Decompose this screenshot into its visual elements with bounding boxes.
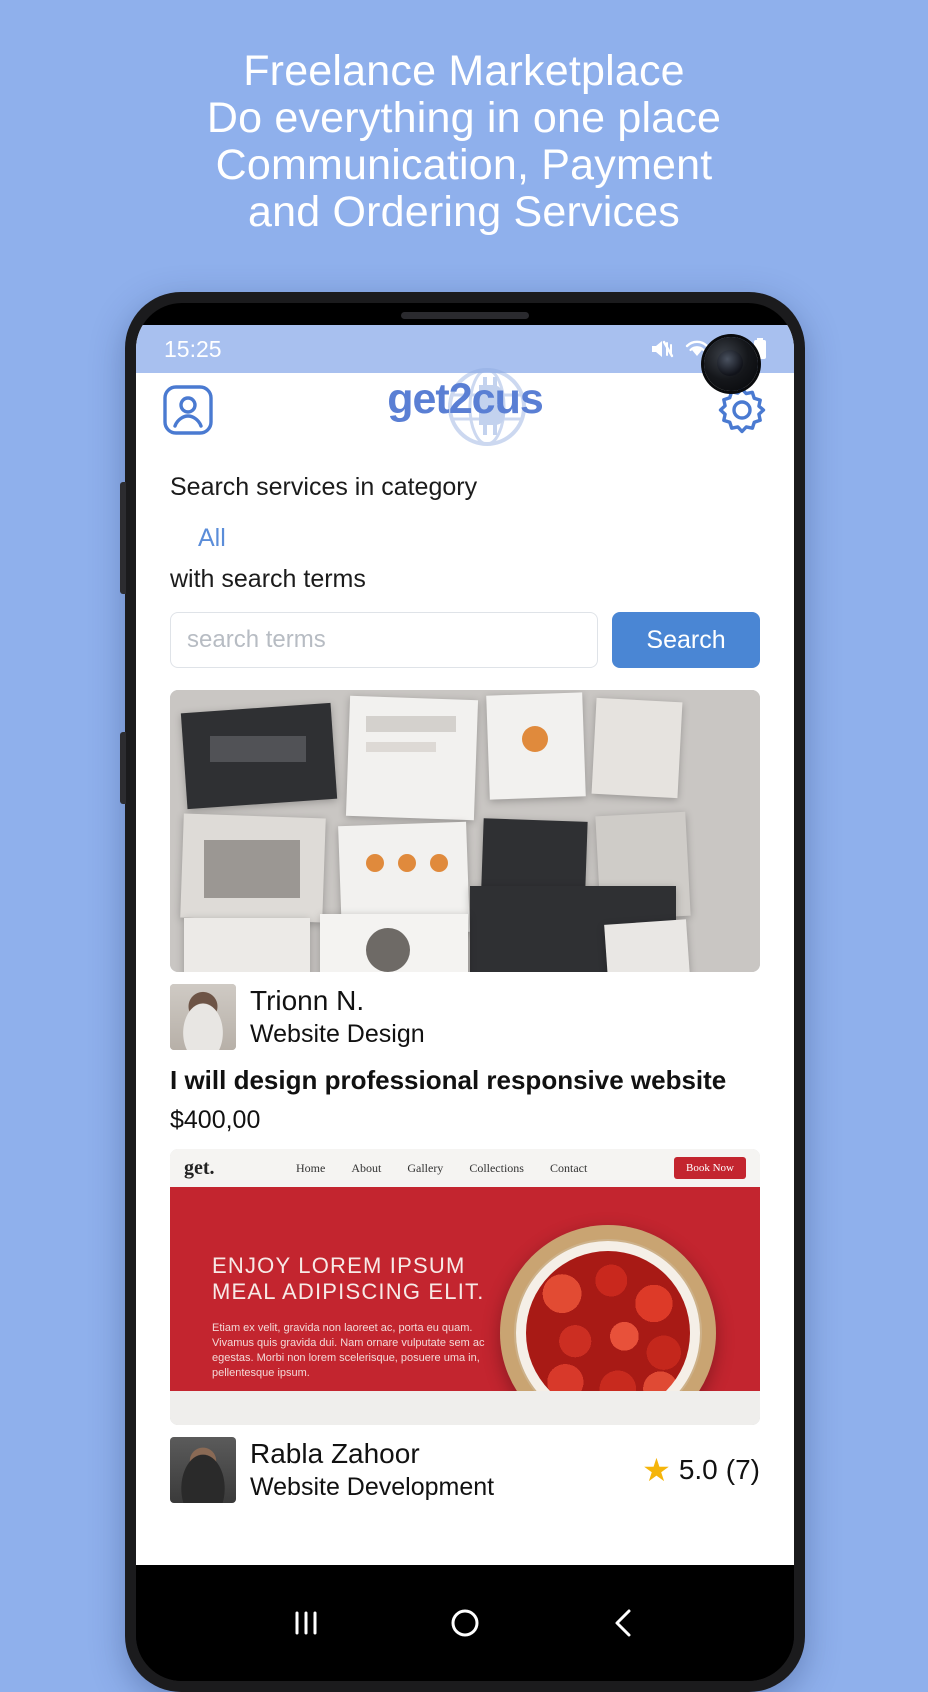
search-input[interactable] (170, 612, 598, 668)
earpiece-speaker (401, 312, 529, 319)
app-header: get2cus (136, 368, 794, 451)
status-time: 15:25 (164, 335, 222, 362)
rating-value: 5.0 (678, 1454, 718, 1485)
bitcoin-globe-icon (439, 359, 535, 460)
phone-screen: 15:25 get2cus Search services in categor… (136, 325, 794, 1587)
seller-name: Rabla Zahoor (250, 1438, 420, 1469)
category-select[interactable]: All (198, 524, 226, 553)
rating-count: (7) (725, 1454, 760, 1485)
app-logo: get2cus (136, 368, 794, 446)
mockup-nav-collections: Collections (469, 1160, 524, 1175)
promo-line-1: Freelance Marketplace (243, 47, 685, 95)
listing-title: I will design professional responsive we… (170, 1065, 727, 1095)
promo-line-2: Do everything in one place (206, 94, 722, 142)
search-terms-label: with search terms (170, 565, 366, 593)
promo-line-3: Communication, Payment (215, 141, 713, 189)
app-logo-text: get2cus (387, 375, 544, 423)
mockup-nav-gallery: Gallery (407, 1160, 444, 1175)
home-icon[interactable] (446, 1604, 484, 1642)
mockup-booknow-nav-button: Book Now (674, 1157, 746, 1179)
listing-card[interactable]: Trionn N. Website Design I will design p… (170, 690, 760, 1135)
mockup-body-text: Etiam ex velit, gravida non laoreet ac, … (212, 1322, 485, 1379)
promo-headline: Freelance Marketplace Do everything in o… (0, 48, 928, 236)
mute-icon (649, 338, 675, 360)
avatar (170, 984, 236, 1050)
gear-icon[interactable] (716, 384, 768, 441)
back-icon[interactable] (605, 1604, 643, 1642)
seller-category: Website Design (250, 1020, 425, 1048)
mockup-headline-1: ENJOY LOREM IPSUM (212, 1253, 466, 1278)
listing-price: $400,00 (170, 1106, 261, 1134)
mockup-logo: get. (184, 1156, 215, 1179)
android-nav-bar (136, 1565, 794, 1681)
listing-image-portfolio-collage[interactable] (170, 690, 760, 972)
seller-name: Trionn N. (250, 985, 365, 1016)
user-account-icon[interactable] (162, 384, 214, 441)
front-camera (704, 337, 758, 391)
phone-mockup: 15:25 get2cus Search services in categor… (120, 292, 805, 1692)
promo-line-4: and Ordering Services (247, 188, 681, 236)
listings-feed: Trionn N. Website Design I will design p… (136, 668, 794, 1503)
listing-card[interactable]: get. Home About Gallery Collections Cont… (170, 1149, 760, 1503)
mockup-nav-home: Home (296, 1160, 326, 1175)
volume-button[interactable] (120, 482, 126, 594)
seller-category: Website Development (250, 1473, 495, 1501)
search-button[interactable]: Search (612, 612, 760, 668)
recents-icon[interactable] (287, 1604, 325, 1642)
power-button[interactable] (120, 732, 126, 804)
star-icon: ★ (642, 1452, 671, 1488)
avatar (170, 1437, 236, 1503)
status-bar: 15:25 (136, 325, 794, 373)
mockup-nav-contact: Contact (549, 1160, 588, 1175)
search-section: Search services in category All with sea… (136, 451, 794, 668)
search-category-label: Search services in category (170, 473, 478, 501)
listing-image-food-website-mockup[interactable]: get. Home About Gallery Collections Cont… (170, 1149, 760, 1425)
mockup-nav-about: About (351, 1160, 382, 1175)
mockup-food-bowl-image (500, 1225, 716, 1391)
mockup-headline-2: MEAL ADIPISCING ELIT. (212, 1279, 485, 1304)
status-badge: ★ 5.0 (7) (642, 1451, 760, 1489)
